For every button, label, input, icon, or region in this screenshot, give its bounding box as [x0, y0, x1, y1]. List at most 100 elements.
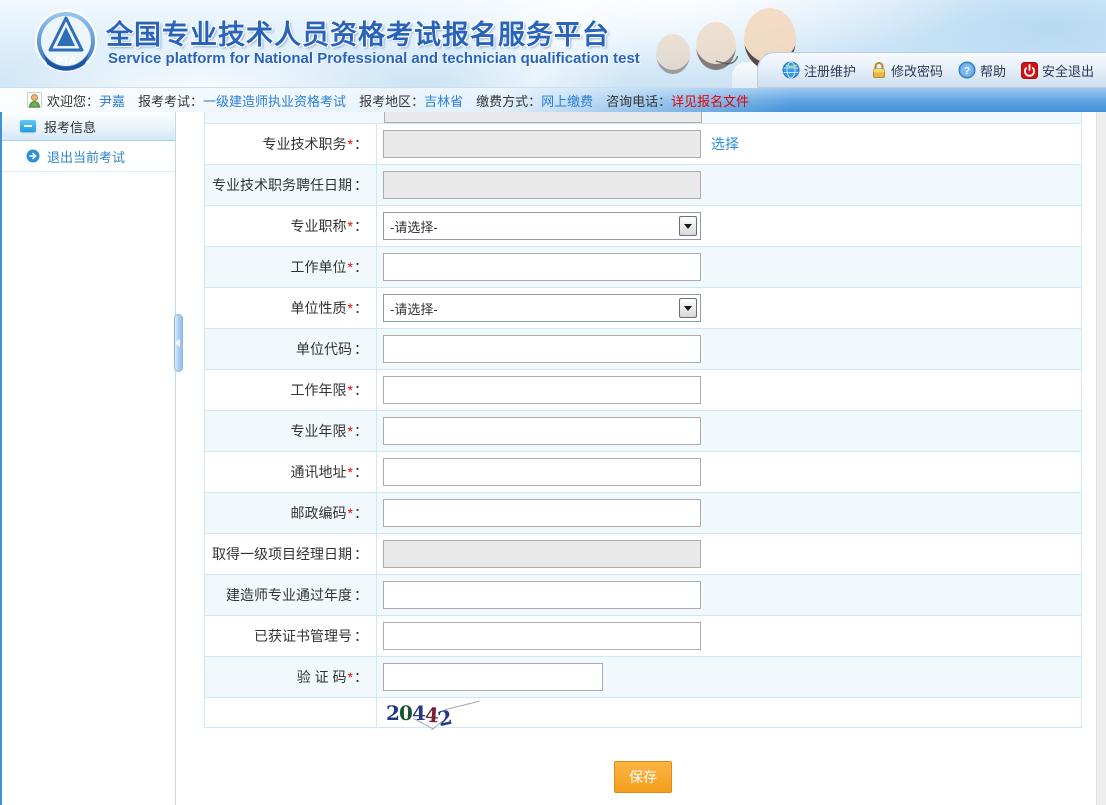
builder-pass-year-input[interactable]	[383, 581, 701, 609]
sidebar-item-label: 退出当前考试	[47, 147, 125, 166]
arrow-circle-icon	[26, 149, 40, 163]
work-unit-input[interactable]	[383, 253, 701, 281]
safe-logout-button[interactable]: 安全退出	[1021, 61, 1094, 80]
site-header: PTA 全国专业技术人员资格考试报名服务平台 Service platform …	[0, 0, 1106, 88]
field-label: 通讯地址*：	[205, 452, 377, 492]
help-button[interactable]: ? 帮助	[958, 61, 1006, 80]
toolbar-label: 修改密码	[891, 61, 943, 80]
project-manager-date-input	[383, 540, 701, 568]
field-label: 专业职称*：	[205, 206, 377, 246]
user-avatar-icon	[27, 92, 42, 108]
professional-title-select[interactable]: -请选择-	[383, 212, 701, 240]
clipped-disabled-input	[384, 112, 702, 123]
registration-form-table: 专业技术职务*： 选择 专业技术职务聘任日期： 专业职称*： -请选择- 工作单…	[204, 112, 1082, 728]
table-row-builder-pass-year: 建造师专业通过年度：	[205, 575, 1081, 616]
sidebar-section-label: 报考信息	[44, 117, 96, 136]
chevron-down-icon[interactable]	[679, 298, 697, 318]
lock-icon	[871, 61, 887, 79]
payment-link: 网上缴费	[541, 94, 593, 109]
field-label: 取得一级项目经理日期：	[205, 534, 377, 574]
captcha-digit: 2	[386, 701, 399, 725]
mailing-address-input[interactable]	[383, 458, 701, 486]
select-value: -请选择-	[390, 299, 438, 318]
welcome-bar: 欢迎您：尹嘉 报考考试：一级建造师执业资格考试 报考地区：吉林省 缴费方式：网上…	[0, 88, 1106, 112]
phone-notice: 详见报名文件	[671, 94, 749, 109]
table-row-professional-title: 专业职称*： -请选择-	[205, 206, 1081, 247]
user-name-link: 尹嘉	[99, 94, 125, 109]
unit-type-select[interactable]: -请选择-	[383, 294, 701, 322]
page-subtitle: Service platform for National Profession…	[108, 50, 640, 67]
power-icon	[1021, 62, 1038, 79]
captcha-image[interactable]: 2 0 4 4 2	[386, 698, 451, 727]
field-label: 专业年限*：	[205, 411, 377, 451]
captcha-input[interactable]	[383, 663, 603, 691]
field-label: 单位代码：	[205, 329, 377, 369]
table-row-mailing-address: 通讯地址*：	[205, 452, 1081, 493]
welcome-user: 欢迎您：尹嘉	[47, 91, 125, 110]
toolbar-label: 安全退出	[1042, 61, 1094, 80]
region-label: 报考地区：	[359, 94, 424, 109]
top-toolbar: 注册维护 修改密码 ? 帮助 安全退出	[757, 52, 1106, 88]
welcome-region: 报考地区：吉林省	[359, 91, 463, 110]
sidebar-collapse-handle[interactable]	[174, 314, 183, 372]
save-button[interactable]: 保存	[614, 761, 672, 793]
professional-years-input[interactable]	[383, 417, 701, 445]
empty-label-cell	[205, 698, 377, 727]
exam-name-link: 一级建造师执业资格考试	[203, 94, 346, 109]
table-row-work-years: 工作年限*：	[205, 370, 1081, 411]
region-link: 吉林省	[424, 94, 463, 109]
form-footer: 保存	[204, 761, 1082, 793]
field-label: 验 证 码*：	[205, 657, 377, 697]
table-row-unit-code: 单位代码：	[205, 329, 1081, 370]
certificate-number-input[interactable]	[383, 622, 701, 650]
sidebar-section-registration-info[interactable]: 报考信息	[2, 112, 175, 141]
welcome-label: 欢迎您：	[47, 94, 99, 109]
page-title: 全国专业技术人员资格考试报名服务平台	[106, 13, 610, 52]
table-row-certificate-number: 已获证书管理号：	[205, 616, 1081, 657]
field-label: 专业技术职务*：	[205, 124, 377, 164]
field-label: 单位性质*：	[205, 288, 377, 328]
toolbar-label: 帮助	[980, 61, 1006, 80]
phone-label: 咨询电话：	[606, 94, 671, 109]
field-label: 专业技术职务聘任日期：	[205, 165, 377, 205]
professional-post-input	[383, 130, 701, 158]
table-row-captcha: 验 证 码*：	[205, 657, 1081, 698]
table-row-post-hire-date: 专业技术职务聘任日期：	[205, 165, 1081, 206]
field-label: 工作单位*：	[205, 247, 377, 287]
pta-logo: PTA	[34, 9, 98, 73]
table-row-unit-type: 单位性质*： -请选择-	[205, 288, 1081, 329]
field-label: 工作年限*：	[205, 370, 377, 410]
payment-label: 缴费方式：	[476, 94, 541, 109]
select-value: -请选择-	[390, 217, 438, 236]
cs-agent-figure	[656, 34, 690, 74]
help-icon: ?	[958, 61, 976, 79]
field-label: 邮政编码*：	[205, 493, 377, 533]
toolbar-label: 注册维护	[804, 61, 856, 80]
table-row-work-unit: 工作单位*：	[205, 247, 1081, 288]
table-row-professional-post: 专业技术职务*： 选择	[205, 124, 1081, 165]
choose-link[interactable]: 选择	[711, 134, 739, 154]
captcha-digit: 0	[399, 701, 412, 725]
table-row-professional-years: 专业年限*：	[205, 411, 1081, 452]
postal-code-input[interactable]	[383, 499, 701, 527]
welcome-payment: 缴费方式：网上缴费	[476, 91, 593, 110]
table-row-project-manager-date: 取得一级项目经理日期：	[205, 534, 1081, 575]
exam-label: 报考考试：	[138, 94, 203, 109]
globe-icon	[782, 61, 800, 79]
clipped-table-row	[205, 112, 1081, 124]
welcome-phone: 咨询电话：详见报名文件	[606, 91, 749, 110]
svg-text:PTA: PTA	[55, 55, 76, 67]
chevron-down-icon[interactable]	[679, 216, 697, 236]
post-hire-date-input	[383, 171, 701, 199]
captcha-noise-line	[444, 701, 479, 711]
change-password-button[interactable]: 修改密码	[871, 61, 943, 80]
vertical-scrollbar[interactable]	[1096, 112, 1106, 805]
svg-text:?: ?	[964, 66, 970, 77]
captcha-image-row: 2 0 4 4 2	[205, 698, 1081, 728]
unit-code-input[interactable]	[383, 335, 701, 363]
sidebar-item-exit-current-exam[interactable]: 退出当前考试	[2, 141, 175, 172]
work-years-input[interactable]	[383, 376, 701, 404]
sidebar: 报考信息 退出当前考试	[2, 112, 176, 805]
register-maintain-button[interactable]: 注册维护	[782, 61, 856, 80]
table-row-postal-code: 邮政编码*：	[205, 493, 1081, 534]
